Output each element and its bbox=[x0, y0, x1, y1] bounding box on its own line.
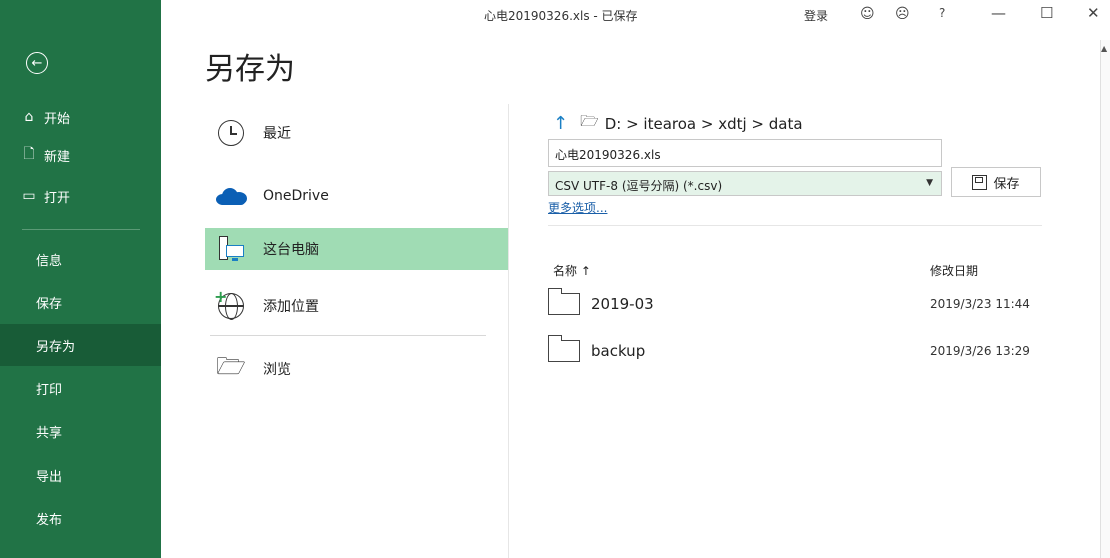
location-label: 浏览 bbox=[263, 362, 291, 378]
save-icon bbox=[972, 174, 988, 190]
more-options-link[interactable]: 更多选项... bbox=[548, 199, 607, 216]
login-link[interactable]: 登录 bbox=[804, 7, 828, 24]
document-title: 心电20190326.xls - 已保存 bbox=[484, 9, 638, 23]
file-date: 2019/3/26 13:29 bbox=[930, 344, 1030, 358]
list-item[interactable]: 2019-03 2019/3/23 11:44 bbox=[547, 288, 1042, 320]
sidebar-item-label: 开始 bbox=[44, 111, 71, 127]
save-button[interactable]: 保存 bbox=[951, 167, 1041, 197]
sidebar-item-label: 导出 bbox=[36, 469, 63, 485]
sidebar-item-label: 新建 bbox=[44, 149, 71, 165]
folder-icon bbox=[547, 335, 580, 362]
folder-open-icon: 🗁 bbox=[580, 112, 599, 130]
backstage-sidebar: ← ⌂ 开始 🗋 新建 ▭ 打开 信息 保存 另存为 打印 共享 导出 发布 bbox=[0, 0, 161, 558]
column-header-name[interactable]: 名称 ↑ bbox=[553, 262, 591, 279]
sidebar-item-save-as[interactable]: 另存为 bbox=[0, 324, 161, 366]
location-label: OneDrive bbox=[263, 188, 329, 204]
sidebar-divider bbox=[22, 229, 140, 230]
filetype-select[interactable]: CSV UTF-8 (逗号分隔) (*.csv) ▼ bbox=[548, 171, 942, 196]
location-label: 最近 bbox=[263, 126, 291, 142]
breadcrumb-path[interactable]: D: > itearoa > xdtj > data bbox=[605, 115, 803, 133]
sidebar-item-info[interactable]: 信息 bbox=[0, 238, 161, 280]
new-document-icon: 🗋 bbox=[23, 146, 35, 162]
home-icon: ⌂ bbox=[24, 109, 34, 125]
cloud-icon bbox=[211, 187, 251, 205]
globe-add-icon: + bbox=[211, 287, 251, 320]
sidebar-item-label: 另存为 bbox=[36, 339, 76, 355]
sidebar-item-print[interactable]: 打印 bbox=[0, 367, 161, 409]
sidebar-item-export[interactable]: 导出 bbox=[0, 454, 161, 496]
column-header-date[interactable]: 修改日期 bbox=[930, 262, 978, 279]
excel-backstage: ← ⌂ 开始 🗋 新建 ▭ 打开 信息 保存 另存为 打印 共享 导出 发布 心… bbox=[0, 0, 1110, 558]
sidebar-item-share[interactable]: 共享 bbox=[0, 410, 161, 452]
sidebar-item-label: 打印 bbox=[36, 382, 63, 398]
sidebar-item-save[interactable]: 保存 bbox=[0, 281, 161, 323]
filename-input[interactable]: 心电20190326.xls bbox=[548, 139, 942, 167]
sidebar-item-label: 打开 bbox=[44, 190, 71, 206]
back-arrow-icon[interactable]: ← bbox=[26, 52, 48, 74]
this-pc-icon bbox=[211, 235, 251, 263]
breadcrumb: ↑ 🗁 D: > itearoa > xdtj > data bbox=[553, 111, 803, 136]
sidebar-item-open[interactable]: ▭ 打开 bbox=[20, 184, 70, 208]
location-label: 这台电脑 bbox=[263, 242, 319, 258]
location-onedrive[interactable]: OneDrive bbox=[205, 175, 509, 217]
vertical-scrollbar[interactable] bbox=[1100, 40, 1110, 558]
help-button[interactable]: ? bbox=[939, 6, 945, 20]
save-button-label: 保存 bbox=[993, 176, 1020, 192]
page-title: 另存为 bbox=[205, 52, 295, 87]
column-divider bbox=[508, 104, 509, 558]
location-recent[interactable]: 最近 bbox=[205, 112, 509, 154]
up-arrow-icon[interactable]: ↑ bbox=[553, 113, 568, 134]
filetype-value: CSV UTF-8 (逗号分隔) (*.csv) bbox=[555, 179, 723, 193]
chevron-down-icon: ▼ bbox=[926, 178, 933, 188]
sidebar-item-label: 保存 bbox=[36, 296, 63, 312]
maximize-button[interactable]: ☐ bbox=[1040, 4, 1053, 22]
close-button[interactable]: ✕ bbox=[1087, 4, 1100, 22]
location-add-place[interactable]: + 添加位置 bbox=[205, 285, 509, 327]
frown-face-icon[interactable]: ☹ bbox=[895, 6, 910, 22]
sidebar-item-label: 共享 bbox=[36, 425, 63, 441]
location-label: 添加位置 bbox=[263, 299, 319, 315]
file-name: backup bbox=[591, 342, 646, 360]
sidebar-item-new[interactable]: 🗋 新建 bbox=[20, 143, 70, 167]
list-item[interactable]: backup 2019/3/26 13:29 bbox=[547, 335, 1042, 367]
folder-open-icon: 🗁 bbox=[216, 351, 246, 380]
smiley-face-icon[interactable]: ☺ bbox=[860, 6, 875, 22]
folder-icon bbox=[547, 288, 580, 315]
folder-open-icon: ▭ bbox=[22, 188, 36, 204]
minimize-button[interactable]: — bbox=[991, 4, 1006, 22]
location-this-pc[interactable]: 这台电脑 bbox=[205, 228, 509, 270]
locations-divider bbox=[210, 335, 486, 336]
sidebar-item-home[interactable]: ⌂ 开始 bbox=[20, 105, 70, 129]
sidebar-item-label: 信息 bbox=[36, 253, 63, 269]
clock-icon bbox=[211, 120, 251, 146]
scroll-up-icon[interactable]: ▲ bbox=[1101, 44, 1107, 53]
file-name: 2019-03 bbox=[591, 295, 654, 313]
sidebar-item-publish[interactable]: 发布 bbox=[0, 497, 161, 539]
panel-divider bbox=[548, 225, 1042, 226]
location-browse[interactable]: 🗁 浏览 bbox=[205, 348, 509, 390]
file-date: 2019/3/23 11:44 bbox=[930, 297, 1030, 311]
sidebar-item-label: 发布 bbox=[36, 512, 63, 528]
